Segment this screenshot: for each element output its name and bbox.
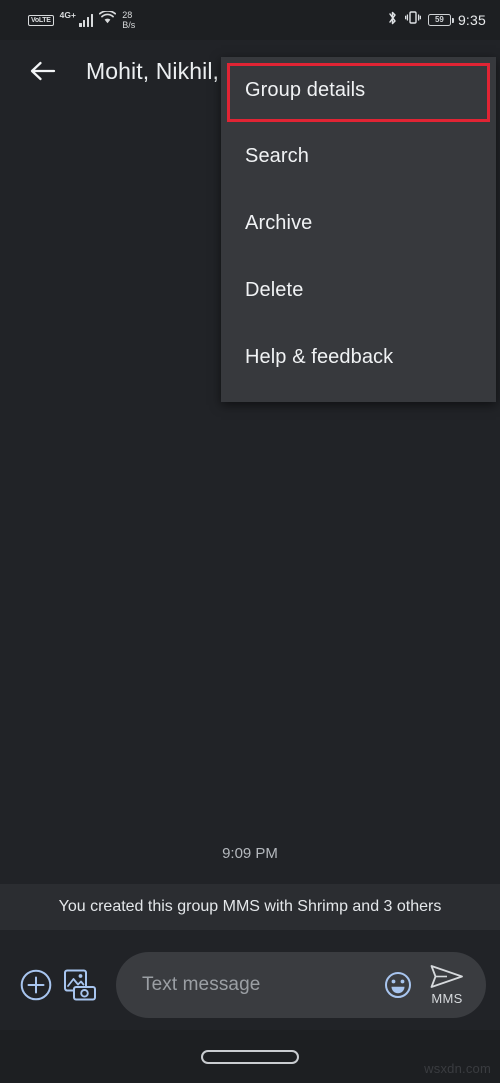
gallery-camera-icon[interactable] (58, 963, 102, 1007)
bluetooth-icon (387, 10, 398, 31)
send-arrow-icon (430, 965, 463, 988)
menu-item-archive[interactable]: Archive (221, 190, 496, 257)
message-composer: Text message MMS (0, 940, 500, 1030)
battery-icon: 59 (427, 14, 454, 26)
battery-percent-label: 59 (434, 15, 444, 24)
site-watermark: wsxdn.com (424, 1061, 491, 1076)
home-gesture-pill[interactable] (201, 1049, 299, 1064)
message-input[interactable]: Text message (142, 974, 378, 996)
data-rate-value: 28 (122, 10, 133, 20)
wifi-icon (99, 10, 117, 29)
conversation-title: Mohit, Nikhil, (86, 57, 220, 84)
data-rate-unit: B/s (122, 20, 136, 30)
volte-icon: VoLTE (28, 14, 54, 26)
menu-item-help-feedback[interactable]: Help & feedback (221, 324, 496, 391)
vibrate-icon (404, 10, 421, 30)
overflow-menu[interactable]: Group details Search Archive Delete Help… (221, 57, 496, 402)
emoji-smiley-icon[interactable] (378, 965, 418, 1005)
signal-bars-icon (78, 13, 94, 27)
status-bar-clock: 9:35 (457, 12, 486, 28)
status-bar: VoLTE 4G+ 28 B/s 59 9:35 (0, 0, 500, 40)
back-arrow-icon[interactable] (26, 54, 60, 88)
send-type-label: MMS (431, 991, 463, 1006)
menu-item-group-details[interactable]: Group details (221, 57, 496, 123)
phone-screen: VoLTE 4G+ 28 B/s 59 9:35 Mohit, Nikhil, … (0, 0, 500, 1083)
system-message: You created this group MMS with Shrimp a… (0, 884, 500, 930)
menu-item-search[interactable]: Search (221, 123, 496, 190)
send-button[interactable]: MMS (418, 964, 476, 1006)
status-bar-right: 59 9:35 (387, 10, 486, 31)
menu-item-delete[interactable]: Delete (221, 257, 496, 324)
message-timestamp: 9:09 PM (222, 845, 278, 862)
network-type-label: 4G+ (59, 10, 76, 20)
data-rate-indicator: 28 B/s (122, 10, 135, 30)
status-bar-left: VoLTE 4G+ 28 B/s (28, 10, 135, 30)
message-input-container[interactable]: Text message MMS (116, 952, 486, 1018)
plus-circle-icon[interactable] (14, 963, 58, 1007)
